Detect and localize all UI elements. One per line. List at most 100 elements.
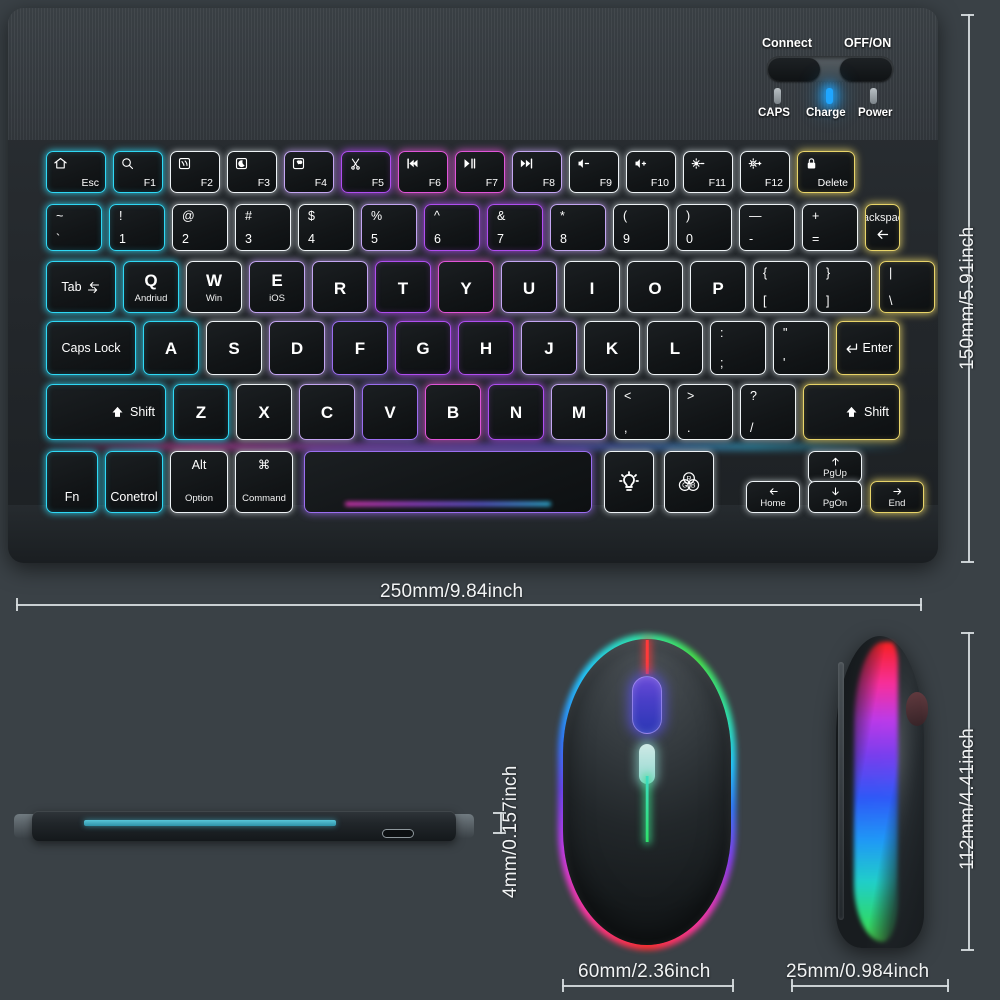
key-backspace[interactable]: Backspace — [865, 204, 900, 251]
key-period[interactable]: >. — [677, 384, 733, 440]
key-o[interactable]: O — [627, 261, 683, 313]
key-d[interactable]: D — [269, 321, 325, 375]
key-m[interactable]: M — [551, 384, 607, 440]
key-f[interactable]: F — [332, 321, 388, 375]
key-pgup[interactable]: PgUp — [808, 451, 862, 483]
key-alt-option[interactable]: Alt Option — [170, 451, 228, 513]
key-5[interactable]: % 5 — [361, 204, 417, 251]
key-label: F12 — [764, 176, 783, 189]
key-shift-right[interactable]: Shift — [803, 384, 900, 440]
key-8[interactable]: * 8 — [550, 204, 606, 251]
key-minus[interactable]: — - — [739, 204, 795, 251]
key-2[interactable]: @2 — [172, 204, 228, 251]
mouse-height-tick-top — [961, 632, 974, 634]
key-end[interactable]: End — [870, 481, 924, 513]
key-w[interactable]: W Win — [186, 261, 242, 313]
key-label: B — [446, 402, 460, 422]
key-y[interactable]: Y — [438, 261, 494, 313]
key-esc[interactable]: Esc — [46, 151, 106, 193]
key-comma[interactable]: <, — [614, 384, 670, 440]
key-right-bracket[interactable]: }] — [816, 261, 872, 313]
key-backlight[interactable] — [604, 451, 654, 513]
control-panel: Connect OFF/ON CAPS Charge Power — [748, 30, 916, 122]
key-label: F — [354, 338, 366, 358]
key-f4[interactable]: F4 — [284, 151, 334, 193]
key-s[interactable]: S — [206, 321, 262, 375]
key-u[interactable]: U — [501, 261, 557, 313]
kb-width-dim-line — [16, 604, 922, 606]
key-a[interactable]: A — [143, 321, 199, 375]
key-x[interactable]: X — [236, 384, 292, 440]
key-f10[interactable]: F10 — [626, 151, 676, 193]
key-base-label: ] — [826, 293, 830, 308]
key-f12[interactable]: F12 — [740, 151, 790, 193]
key-q[interactable]: Q Andriud — [123, 261, 179, 313]
key-t[interactable]: T — [375, 261, 431, 313]
key-label: P — [712, 278, 724, 298]
key-tab[interactable]: Tab — [46, 261, 116, 313]
key-7[interactable]: & 7 — [487, 204, 543, 251]
key-f9[interactable]: F9 — [569, 151, 619, 193]
key-h[interactable]: H — [458, 321, 514, 375]
key-v[interactable]: V — [362, 384, 418, 440]
key-quote[interactable]: " ' — [773, 321, 829, 375]
arrow-right-icon — [892, 486, 903, 497]
key-g[interactable]: G — [395, 321, 451, 375]
key-tilde[interactable]: ~ ` — [46, 204, 102, 251]
key-e[interactable]: EiOS — [249, 261, 305, 313]
key-delete[interactable]: Delete — [797, 151, 855, 193]
power-switch-track[interactable] — [766, 56, 894, 82]
key-4[interactable]: $4 — [298, 204, 354, 251]
key-j[interactable]: J — [521, 321, 577, 375]
key-0[interactable]: ) 0 — [676, 204, 732, 251]
key-rgb[interactable]: RGB — [664, 451, 714, 513]
key-left-bracket[interactable]: {[ — [753, 261, 809, 313]
key-backslash[interactable]: | \ — [879, 261, 935, 313]
key-6[interactable]: ^ 6 — [424, 204, 480, 251]
key-9[interactable]: (9 — [613, 204, 669, 251]
key-p[interactable]: P — [690, 261, 746, 313]
key-r[interactable]: R — [312, 261, 368, 313]
key-slash[interactable]: ? / — [740, 384, 796, 440]
key-pgdn[interactable]: PgOn — [808, 481, 862, 513]
key-shift-label: ~ — [56, 209, 64, 223]
key-3[interactable]: #3 — [235, 204, 291, 251]
lock-icon — [804, 156, 819, 171]
key-f5[interactable]: F5 — [341, 151, 391, 193]
key-l[interactable]: L — [647, 321, 703, 375]
key-i[interactable]: I — [564, 261, 620, 313]
key-enter[interactable]: Enter — [836, 321, 900, 375]
key-c[interactable]: C — [299, 384, 355, 440]
key-f3[interactable]: F3 — [227, 151, 277, 193]
key-fn[interactable]: Fn — [46, 451, 98, 513]
key-f1[interactable]: F1 — [113, 151, 163, 193]
key-z[interactable]: Z — [173, 384, 229, 440]
key-f7[interactable]: F7 — [455, 151, 505, 193]
key-spacebar[interactable] — [304, 451, 592, 513]
key-home[interactable]: Home — [746, 481, 800, 513]
mouse-top-seam — [645, 640, 649, 674]
key-f2[interactable]: F2 — [170, 151, 220, 193]
key-caps-lock[interactable]: Caps Lock — [46, 321, 136, 375]
scroll-wheel[interactable] — [632, 676, 662, 734]
key-f6[interactable]: F6 — [398, 151, 448, 193]
key-f11[interactable]: F11 — [683, 151, 733, 193]
key-1[interactable]: ! 1 — [109, 204, 165, 251]
key-f8[interactable]: F8 — [512, 151, 562, 193]
key-command[interactable]: ⌘ Command — [235, 451, 293, 513]
next-track-icon — [519, 156, 534, 171]
power-led — [870, 88, 877, 104]
power-switch-knob[interactable] — [840, 57, 892, 81]
key-n[interactable]: N — [488, 384, 544, 440]
key-label: I — [589, 278, 595, 298]
key-control[interactable]: Conetrol — [105, 451, 163, 513]
key-shift-left[interactable]: Shift — [46, 384, 166, 440]
key-b[interactable]: B — [425, 384, 481, 440]
key-base-label: \ — [889, 293, 893, 308]
key-base-label: , — [624, 420, 628, 435]
connect-switch-knob[interactable] — [768, 57, 820, 81]
key-semicolon[interactable]: :; — [710, 321, 766, 375]
key-base-label: . — [687, 420, 691, 435]
key-equals[interactable]: + = — [802, 204, 858, 251]
key-k[interactable]: K — [584, 321, 640, 375]
